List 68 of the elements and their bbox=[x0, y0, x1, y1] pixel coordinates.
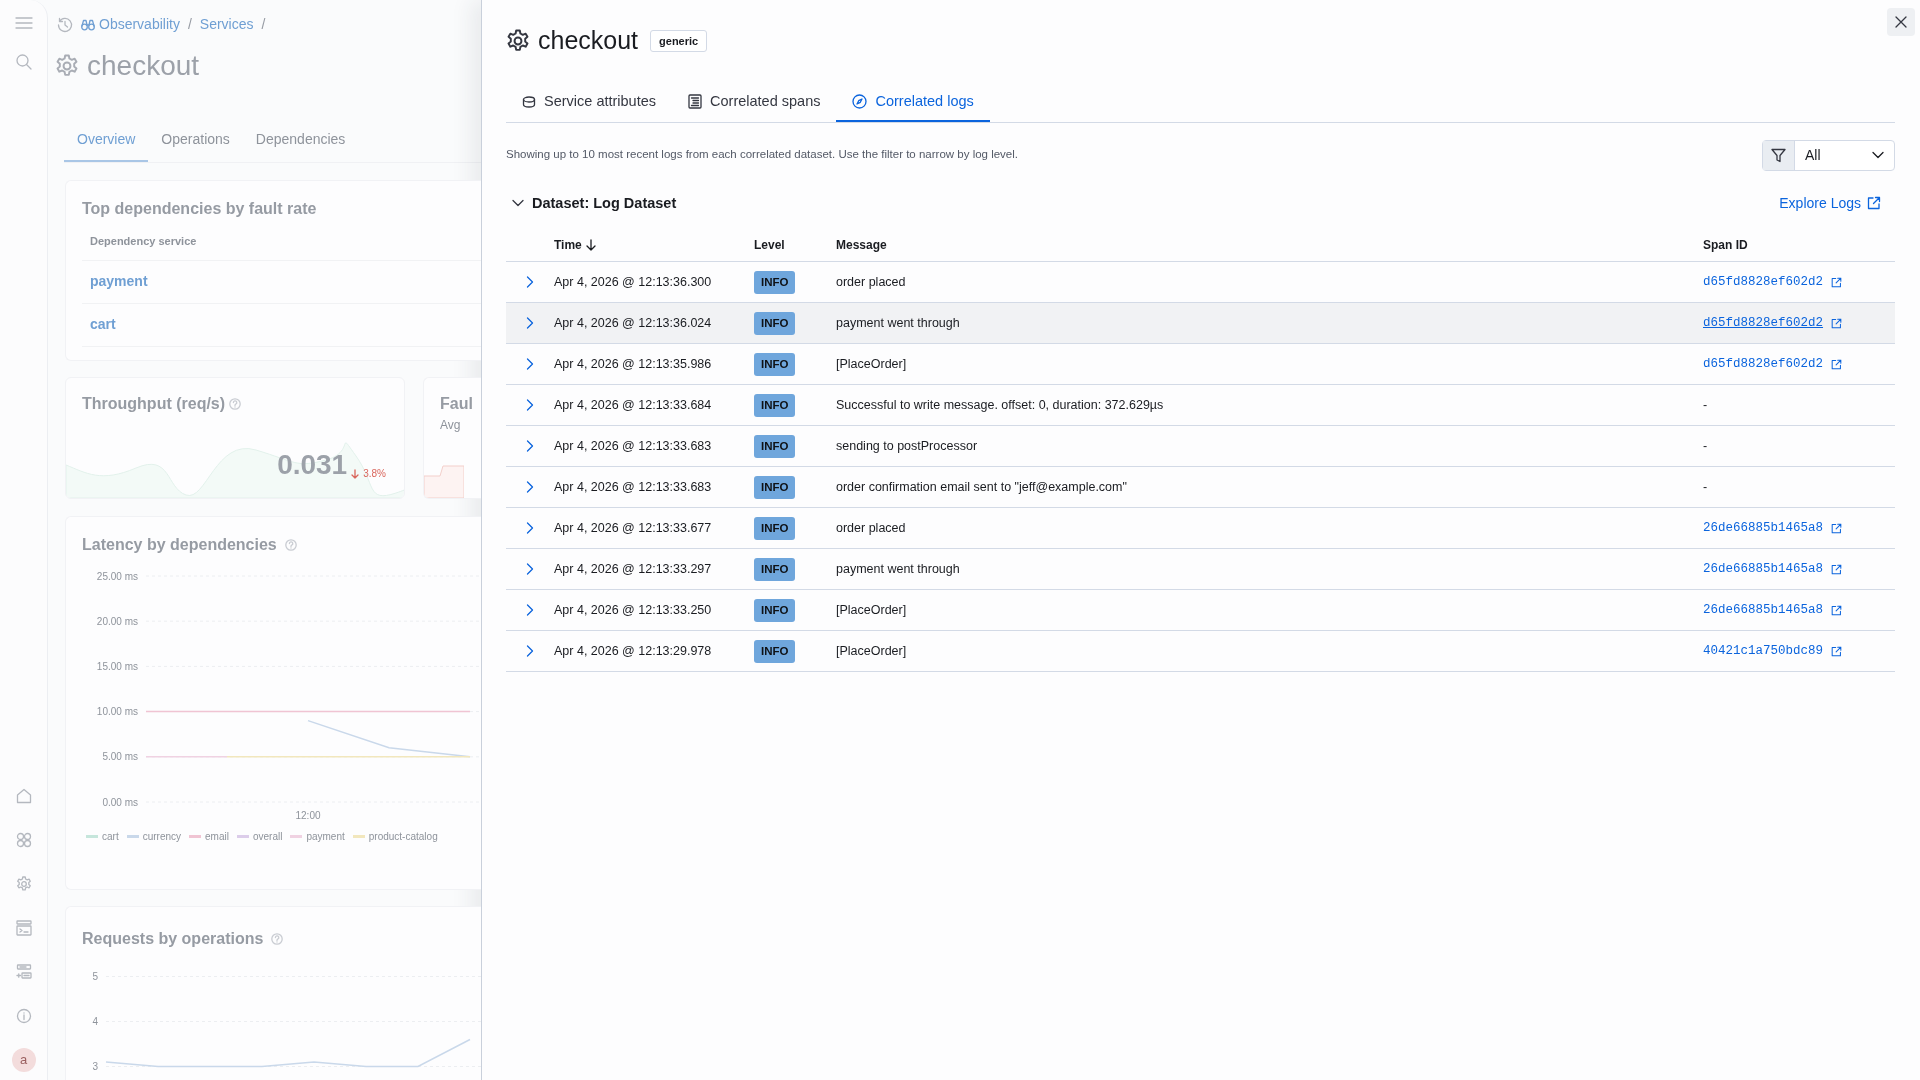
level-badge: INFO bbox=[754, 434, 796, 458]
span-id-text: - bbox=[1703, 478, 1708, 496]
message-text: Successful to write message. offset: 0, duration: 372.629µs bbox=[836, 396, 1165, 414]
level-badge: INFO bbox=[754, 352, 796, 376]
column-header: Dependency service bbox=[82, 225, 481, 261]
timestamp-text: Apr 4, 2026 @ 12:13:36.300 bbox=[554, 273, 713, 291]
flyout-title: checkout bbox=[538, 25, 639, 56]
column-header: Message bbox=[836, 236, 887, 254]
card-title: Requests by operations bbox=[82, 929, 264, 949]
axis-tick-label: 10.00 ms bbox=[96, 706, 138, 718]
message-text: payment went through bbox=[836, 314, 961, 332]
page-title: checkout bbox=[87, 49, 200, 83]
level-badge: INFO bbox=[754, 516, 796, 540]
column-header: Level bbox=[754, 236, 785, 254]
legend-label: product-catalog bbox=[368, 830, 438, 844]
timestamp-text: Apr 4, 2026 @ 12:13:36.024 bbox=[554, 314, 713, 332]
type-badge: generic bbox=[650, 29, 708, 52]
timestamp-text: Apr 4, 2026 @ 12:13:33.297 bbox=[554, 560, 713, 578]
level-badge: INFO bbox=[754, 393, 796, 417]
axis-tick-label: 12:00 bbox=[295, 810, 321, 821]
legend-label: overall bbox=[252, 830, 283, 844]
breadcrumb-separator: / bbox=[187, 15, 192, 34]
level-badge: INFO bbox=[754, 598, 796, 622]
column-header: Time bbox=[554, 236, 582, 254]
legend-label: payment bbox=[306, 830, 345, 844]
axis-tick-label: 25.00 ms bbox=[96, 570, 138, 582]
timestamp-text: Apr 4, 2026 @ 12:13:33.250 bbox=[554, 601, 713, 619]
axis-tick-label: 5.00 ms bbox=[102, 751, 138, 763]
card-subtitle: Avg bbox=[440, 417, 462, 434]
axis-tick-label: 4 bbox=[92, 1016, 98, 1027]
message-text: [PlaceOrder] bbox=[836, 355, 908, 373]
span-id-text: - bbox=[1703, 396, 1708, 414]
level-badge: INFO bbox=[754, 557, 796, 581]
timestamp-text: Apr 4, 2026 @ 12:13:35.986 bbox=[554, 355, 713, 373]
message-text: sending to postProcessor bbox=[836, 437, 979, 455]
message-text: order confirmation email sent to "jeff@example.com" bbox=[836, 478, 1128, 496]
metric-value: 0.031 bbox=[277, 448, 348, 482]
timestamp-text: Apr 4, 2026 @ 12:13:33.677 bbox=[554, 519, 713, 537]
level-badge: INFO bbox=[754, 639, 796, 663]
message-text: payment went through bbox=[836, 560, 961, 578]
axis-tick-label: 3 bbox=[92, 1061, 98, 1072]
message-text: [PlaceOrder] bbox=[836, 642, 908, 660]
legend-label: currency bbox=[142, 830, 182, 844]
breadcrumb-separator: / bbox=[261, 15, 266, 34]
axis-tick-label: 5 bbox=[92, 971, 98, 982]
card-title: Latency by dependencies bbox=[82, 535, 277, 555]
change-value: 3.8% bbox=[363, 467, 386, 481]
description-text: Showing up to 10 most recent logs from each correlated dataset. Use the filter to narrow by log level. bbox=[506, 147, 1018, 163]
level-badge: INFO bbox=[754, 270, 796, 294]
legend-label: email bbox=[205, 830, 229, 844]
timestamp-text: Apr 4, 2026 @ 12:13:29.978 bbox=[554, 642, 713, 660]
message-text: order placed bbox=[836, 519, 907, 537]
message-text: [PlaceOrder] bbox=[836, 601, 908, 619]
card-title: Top dependencies by fault rate bbox=[82, 199, 318, 219]
legend-label: cart bbox=[102, 830, 119, 844]
axis-tick-label: 0.00 ms bbox=[102, 796, 138, 808]
timestamp-text: Apr 4, 2026 @ 12:13:33.684 bbox=[554, 396, 713, 414]
column-header: Span ID bbox=[1703, 236, 1748, 254]
card-title: Throughput (req/s) bbox=[82, 394, 226, 414]
span-id-text: - bbox=[1703, 437, 1708, 455]
level-badge: INFO bbox=[754, 475, 796, 499]
timestamp-text: Apr 4, 2026 @ 12:13:33.683 bbox=[554, 437, 713, 455]
card-title: Faul bbox=[440, 394, 474, 414]
message-text: order placed bbox=[836, 273, 907, 291]
timestamp-text: Apr 4, 2026 @ 12:13:33.683 bbox=[554, 478, 713, 496]
axis-tick-label: 20.00 ms bbox=[96, 615, 138, 627]
axis-tick-label: 15.00 ms bbox=[96, 660, 138, 672]
level-badge: INFO bbox=[754, 311, 796, 335]
